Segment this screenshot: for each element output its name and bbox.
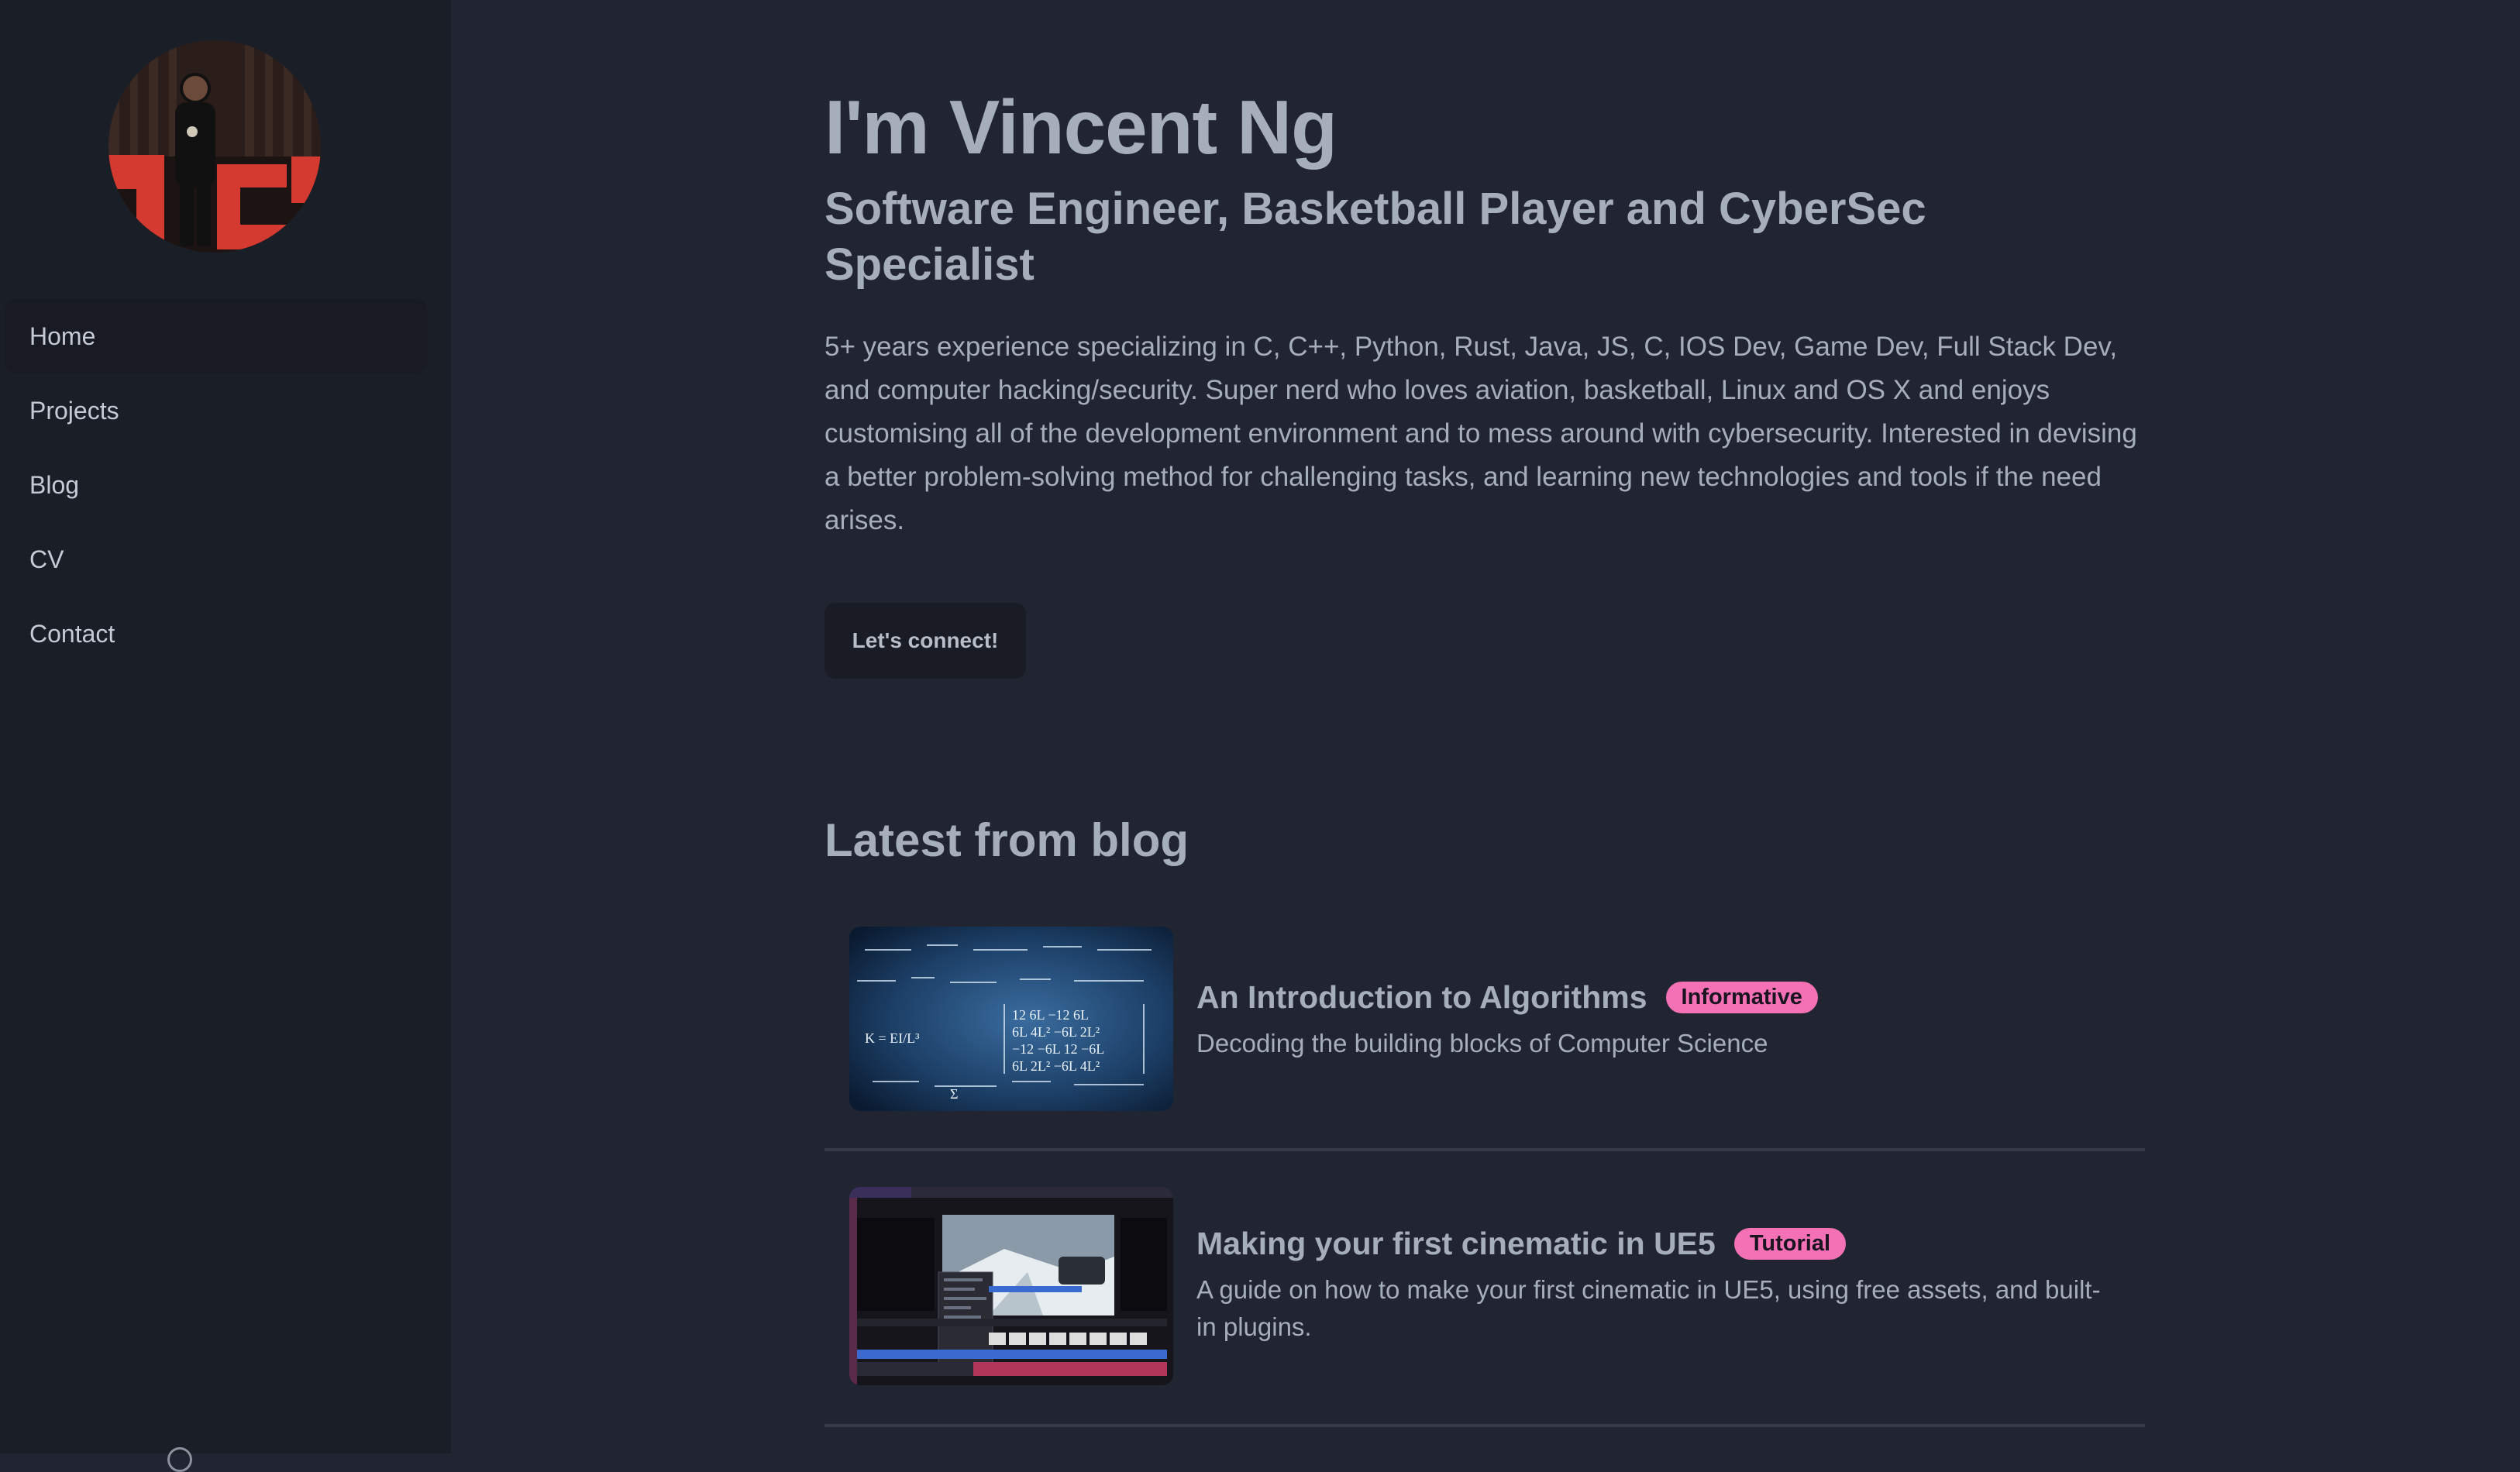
post-thumbnail[interactable] [849,1187,1173,1385]
post-category-badge: Informative [1665,982,1818,1013]
post-title-row: Making your first cinematic in UE5 Tutor… [1196,1226,2145,1262]
post-description: A guide on how to make your first cinema… [1196,1275,2101,1341]
sidebar-item-home[interactable]: Home [5,299,428,373]
blog-post-card[interactable]: 12 6L −12 6L 6L 4L² −6L 2L² −12 −6L 12 −… [825,906,2145,1151]
svg-text:−12 −6L 12 −6L: −12 −6L 12 −6L [1012,1041,1104,1057]
svg-text:K = EI/L³: K = EI/L³ [865,1030,920,1046]
sidebar-item-blog[interactable]: Blog [5,448,428,522]
post-title-row: An Introduction to Algorithms Informativ… [1196,979,2145,1016]
sidebar-item-projects[interactable]: Projects [5,373,428,448]
post-category-badge: Tutorial [1733,1228,1847,1260]
sidebar-item-contact[interactable]: Contact [5,597,428,671]
profile-avatar[interactable] [108,40,321,253]
post-text: An Introduction to Algorithms Informativ… [1196,979,2145,1062]
svg-text:12 6L −12 6L: 12 6L −12 6L [1012,1007,1089,1023]
svg-text:6L 2L² −6L 4L²: 6L 2L² −6L 4L² [1012,1058,1100,1074]
blog-section-title: Latest from blog [825,814,1189,866]
lets-connect-button[interactable]: Let's connect! [825,603,1026,679]
page-title: I'm Vincent Ng [825,84,1337,170]
post-title[interactable]: An Introduction to Algorithms [1196,979,1647,1016]
post-title[interactable]: Making your first cinematic in UE5 [1196,1226,1716,1262]
post-text: Making your first cinematic in UE5 Tutor… [1196,1226,2145,1346]
blog-post-card[interactable]: Making your first cinematic in UE5 Tutor… [825,1161,2145,1427]
page-subtitle: Software Engineer, Basketball Player and… [825,184,1926,290]
post-thumbnail[interactable]: 12 6L −12 6L 6L 4L² −6L 2L² −12 −6L 12 −… [849,927,1173,1111]
svg-text:6L 4L² −6L 2L²: 6L 4L² −6L 2L² [1012,1024,1100,1040]
post-description: Decoding the building blocks of Computer… [1196,1029,1768,1058]
sidebar-nav: Home Projects Blog CV Contact [5,299,428,671]
svg-text:Σ: Σ [950,1086,958,1102]
sidebar: Home Projects Blog CV Contact [0,0,451,1472]
sidebar-item-cv[interactable]: CV [5,522,428,597]
bio-text: 5+ years experience specializing in C, C… [825,332,2137,535]
theme-toggle-icon[interactable] [167,1447,192,1472]
